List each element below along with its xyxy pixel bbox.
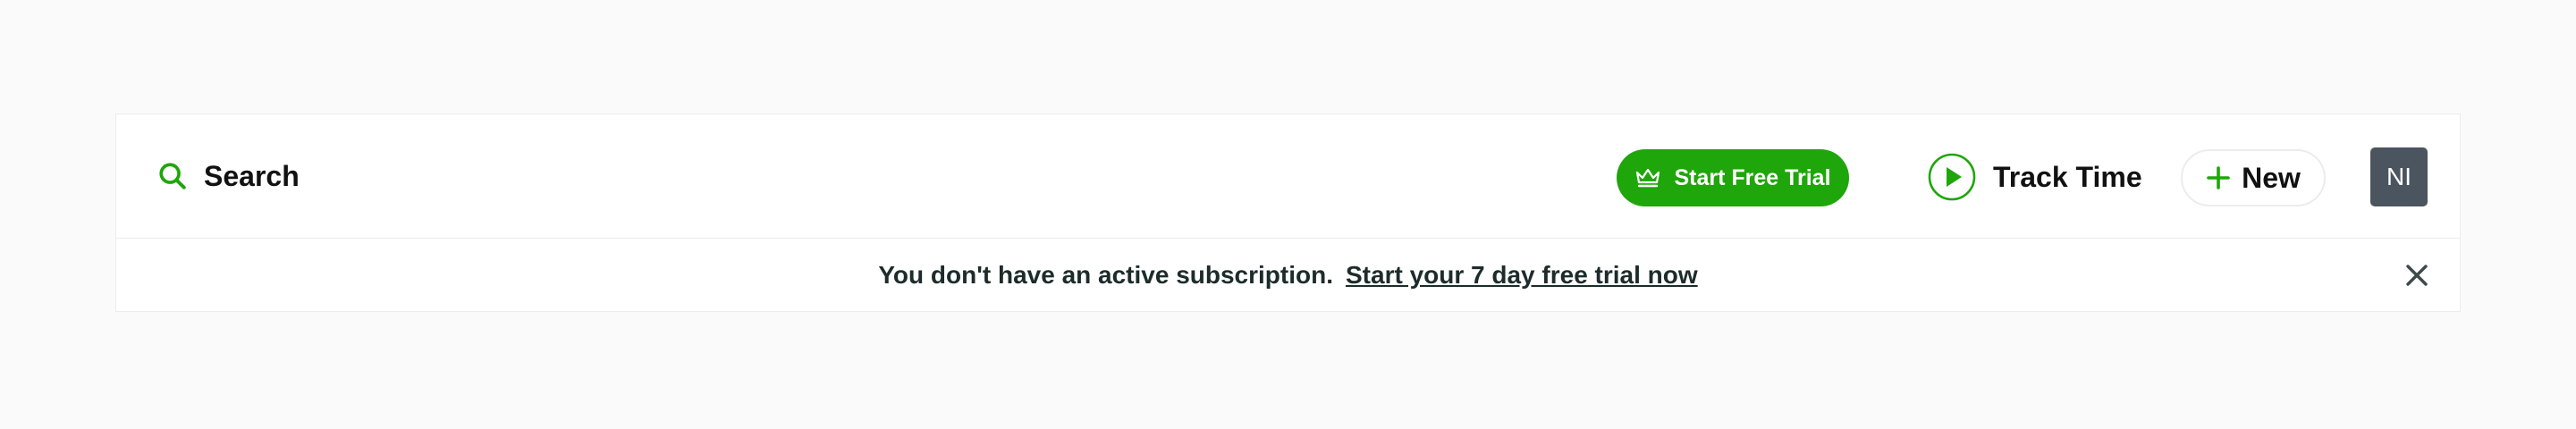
banner-close-button[interactable]	[2399, 239, 2435, 312]
new-label: New	[2242, 161, 2301, 194]
play-circle-icon	[1928, 153, 1976, 201]
search-label: Search	[204, 159, 300, 192]
app-window: Search Start Free Trial Track Time New N…	[115, 114, 2461, 312]
search-icon	[159, 163, 186, 189]
new-button[interactable]: New	[2181, 149, 2326, 206]
top-header-bar: Search Start Free Trial Track Time New N…	[116, 114, 2460, 239]
start-trial-link[interactable]: Start your 7 day free trial now	[1346, 261, 1698, 290]
subscription-banner: You don't have an active subscription. S…	[116, 239, 2460, 312]
start-free-trial-button[interactable]: Start Free Trial	[1617, 149, 1849, 206]
crown-icon	[1636, 168, 1660, 188]
plus-icon	[2207, 166, 2230, 189]
track-time-button[interactable]: Track Time	[1927, 151, 2142, 203]
start-free-trial-label: Start Free Trial	[1674, 164, 1831, 190]
user-avatar[interactable]: NI	[2370, 147, 2428, 206]
close-icon	[2406, 265, 2428, 286]
subscription-message: You don't have an active subscription.	[878, 261, 1333, 289]
search-box[interactable]: Search	[157, 154, 300, 198]
track-time-label: Track Time	[1993, 160, 2142, 193]
